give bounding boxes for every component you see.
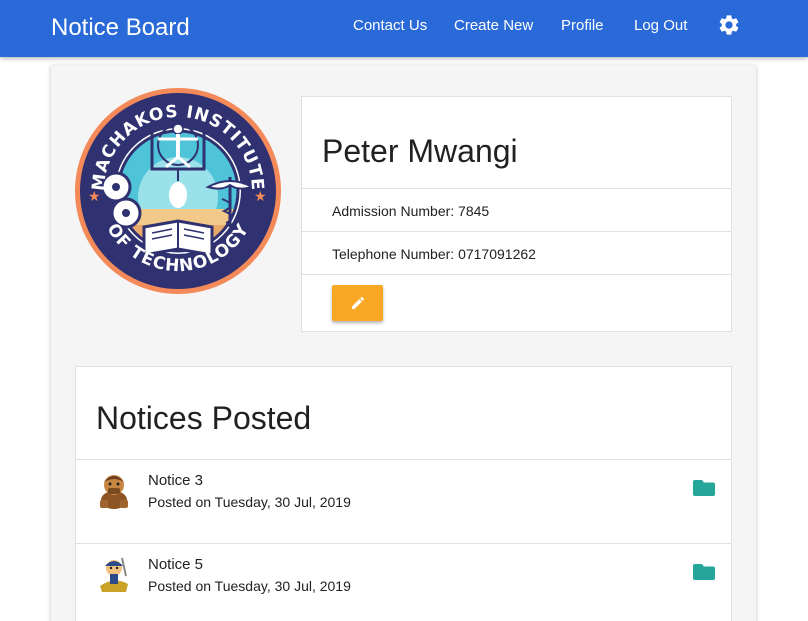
- nav-create-new[interactable]: Create New: [454, 17, 533, 34]
- nav-profile[interactable]: Profile: [561, 17, 604, 34]
- notice-item[interactable]: Notice 3 Posted on Tuesday, 30 Jul, 2019: [76, 459, 731, 543]
- svg-text:★: ★: [254, 189, 267, 205]
- divider: [302, 188, 731, 189]
- navbar: Notice Board Contact Us Create New Profi…: [0, 0, 808, 57]
- avatar: [100, 557, 128, 592]
- notice-date: Posted on Tuesday, 30 Jul, 2019: [148, 578, 351, 594]
- avatar: [100, 475, 128, 509]
- pencil-icon: [351, 296, 364, 309]
- nav-log-out[interactable]: Log Out: [634, 17, 687, 34]
- svg-text:★: ★: [88, 189, 101, 205]
- divider: [302, 231, 731, 232]
- notice-title: Notice 3: [148, 472, 204, 489]
- gear-icon[interactable]: [717, 13, 741, 37]
- notice-item[interactable]: Notice 5 Posted on Tuesday, 30 Jul, 2019: [76, 543, 731, 621]
- folder-icon[interactable]: [693, 563, 715, 581]
- telephone-number: Telephone Number: 0717091262: [332, 246, 536, 262]
- notices-title: Notices Posted: [96, 400, 312, 436]
- admission-number: Admission Number: 7845: [332, 203, 490, 219]
- edit-profile-button[interactable]: [332, 285, 383, 321]
- notice-title: Notice 5: [148, 556, 204, 573]
- brand-logo[interactable]: Notice Board: [51, 14, 190, 42]
- nav-contact-us[interactable]: Contact Us: [353, 17, 427, 34]
- institute-logo: ★ ★ MACHAKOS INSTITUTE OF TECHNOLOGY: [75, 88, 281, 294]
- profile-card: Peter Mwangi Admission Number: 7845 Tele…: [301, 96, 732, 332]
- divider: [302, 274, 731, 275]
- profile-name: Peter Mwangi: [322, 133, 518, 169]
- notice-date: Posted on Tuesday, 30 Jul, 2019: [148, 494, 351, 510]
- folder-icon[interactable]: [693, 479, 715, 497]
- notices-card: Notices Posted Notice 3 Posted on Tuesda…: [75, 366, 732, 621]
